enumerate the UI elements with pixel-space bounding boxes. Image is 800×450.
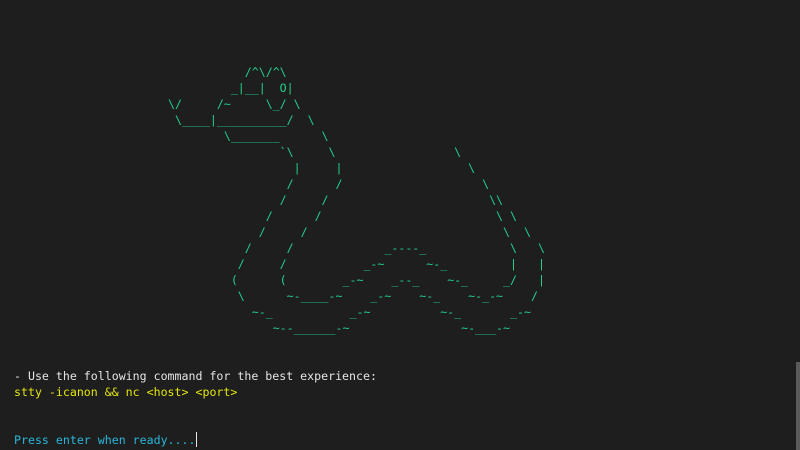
scrollbar-thumb[interactable] <box>796 362 800 450</box>
ascii-snake-art: /^\/^\ _|__| O| \/ /~ \_/ \ \____|______… <box>168 65 545 335</box>
terminal-window[interactable]: /^\/^\ _|__| O| \/ /~ \_/ \ \____|______… <box>0 0 800 450</box>
instruction-text: - Use the following command for the best… <box>14 369 377 383</box>
ready-prompt-text: Press enter when ready.... <box>14 433 196 447</box>
command-text: stty -icanon && nc <host> <port> <box>14 385 238 399</box>
text-cursor <box>196 432 198 447</box>
ready-prompt: Press enter when ready.... <box>14 432 198 448</box>
